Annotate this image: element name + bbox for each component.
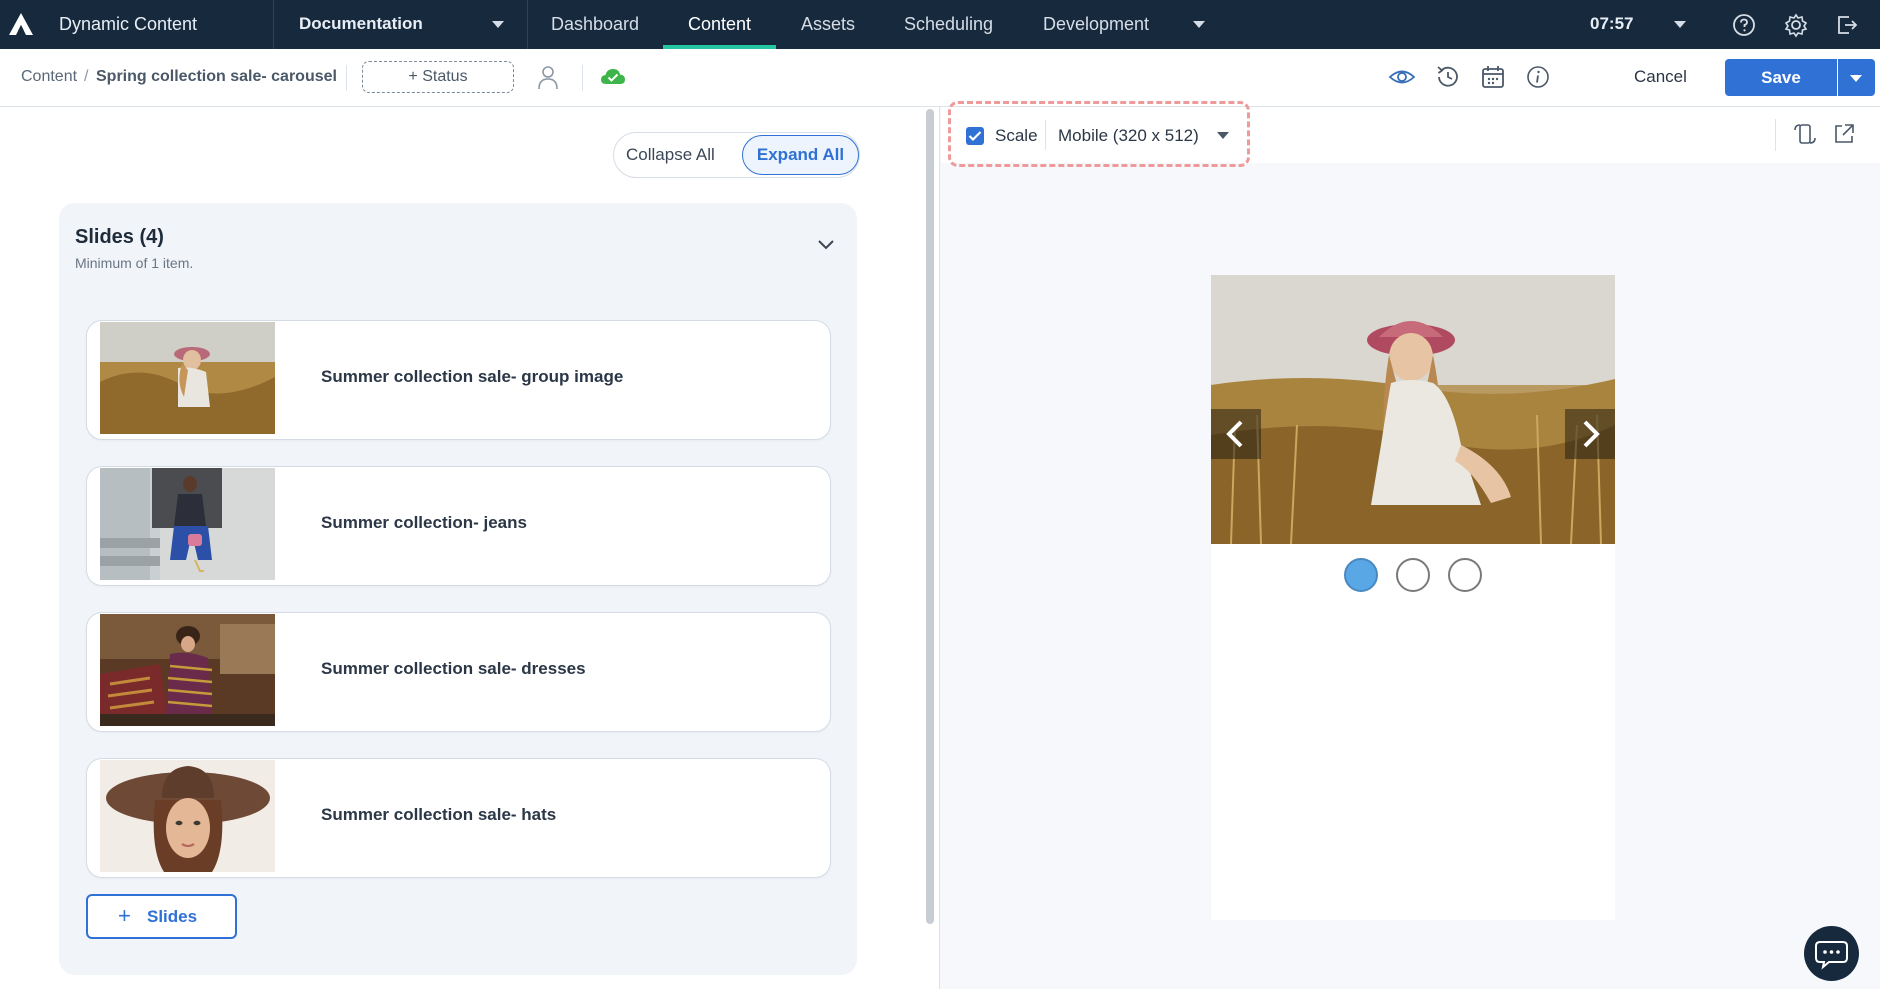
collapse-expand-toggle-group: Collapse All Expand All bbox=[613, 132, 860, 178]
slides-field-card: Slides (4) Minimum of 1 item. Summer col… bbox=[59, 203, 857, 975]
app-name: Dynamic Content bbox=[59, 14, 198, 34]
content-toolbar: Content / Spring collection sale- carous… bbox=[0, 49, 1880, 107]
user-icon[interactable] bbox=[534, 63, 562, 91]
visualization-preview-panel: Scale Mobile (320 x 512) bbox=[941, 101, 1880, 989]
toolbar-divider bbox=[582, 65, 583, 91]
time-chevron-down-icon[interactable] bbox=[1674, 21, 1686, 28]
top-navigation-bar: Dynamic Content Documentation Dashboard … bbox=[0, 0, 1880, 49]
slide-thumbnail-image bbox=[100, 468, 275, 580]
development-chevron-down-icon[interactable] bbox=[1193, 21, 1205, 28]
cancel-button[interactable]: Cancel bbox=[1634, 67, 1687, 87]
breadcrumb-current-item: Spring collection sale- carousel bbox=[96, 68, 337, 85]
slide-list-item[interactable]: Summer collection sale- group image bbox=[86, 320, 831, 440]
nav-assets[interactable]: Assets bbox=[801, 14, 855, 35]
info-icon[interactable] bbox=[1524, 63, 1552, 91]
slide-thumbnail-image bbox=[100, 322, 275, 434]
save-button[interactable]: Save bbox=[1725, 59, 1837, 96]
slide-thumbnail-image bbox=[100, 614, 275, 726]
slides-field-hint: Minimum of 1 item. bbox=[75, 255, 194, 271]
carousel-prev-button[interactable] bbox=[1211, 409, 1261, 459]
nav-divider bbox=[527, 0, 528, 49]
chevron-down-icon bbox=[1850, 75, 1862, 82]
content-editor-panel: Collapse All Expand All Slides (4) Minim… bbox=[0, 107, 923, 989]
add-status-button[interactable]: + Status bbox=[362, 61, 514, 93]
settings-gear-icon[interactable] bbox=[1783, 12, 1809, 38]
cloud-check-icon bbox=[601, 69, 625, 84]
carousel-next-button[interactable] bbox=[1565, 409, 1615, 459]
add-slides-label: Slides bbox=[147, 907, 198, 926]
nav-dashboard[interactable]: Dashboard bbox=[551, 14, 639, 35]
slide-list-item[interactable]: Summer collection sale- dresses bbox=[86, 612, 831, 732]
slide-list-item[interactable]: Summer collection- jeans bbox=[86, 466, 831, 586]
nav-content[interactable]: Content bbox=[688, 14, 751, 35]
hub-chevron-down-icon[interactable] bbox=[492, 21, 504, 28]
toolbar-divider bbox=[1775, 119, 1776, 151]
slide-title: Summer collection sale- dresses bbox=[321, 659, 586, 678]
add-slides-button[interactable]: + Slides bbox=[86, 894, 237, 939]
preview-toolbar: Scale Mobile (320 x 512) bbox=[941, 101, 1880, 167]
breadcrumb-content-link[interactable]: Content bbox=[21, 68, 77, 86]
open-external-icon[interactable] bbox=[1831, 121, 1857, 147]
calendar-icon[interactable] bbox=[1479, 63, 1507, 91]
slide-title: Summer collection sale- hats bbox=[321, 805, 557, 824]
plus-icon: + bbox=[118, 903, 131, 928]
mobile-preview-frame bbox=[1211, 275, 1615, 920]
breadcrumb-separator: / bbox=[84, 68, 89, 85]
collapse-all-button[interactable]: Collapse All bbox=[626, 145, 715, 165]
slide-thumbnail-image bbox=[100, 760, 275, 872]
slide-list-item[interactable]: Summer collection sale- hats bbox=[86, 758, 831, 878]
carousel-slide-image bbox=[1211, 275, 1615, 544]
slides-field-title: Slides (4) bbox=[75, 226, 164, 248]
history-icon[interactable] bbox=[1434, 63, 1462, 91]
clock-time: 07:57 bbox=[1590, 14, 1634, 33]
chat-support-button[interactable] bbox=[1804, 926, 1859, 981]
collapse-chevron-icon[interactable] bbox=[815, 233, 837, 255]
editor-scrollbar[interactable] bbox=[923, 107, 940, 989]
carousel-dot-1[interactable] bbox=[1344, 558, 1378, 592]
carousel-pagination bbox=[1211, 558, 1615, 594]
chevron-left-icon bbox=[1226, 420, 1243, 448]
carousel-dot-2[interactable] bbox=[1396, 558, 1430, 592]
nav-divider bbox=[273, 0, 274, 49]
chat-bubble-icon bbox=[1815, 941, 1848, 970]
logout-icon[interactable] bbox=[1834, 12, 1860, 38]
help-icon[interactable] bbox=[1731, 12, 1757, 38]
save-options-dropdown[interactable] bbox=[1838, 59, 1875, 96]
hub-selector-label[interactable]: Documentation bbox=[299, 14, 423, 34]
preview-eye-icon[interactable] bbox=[1388, 63, 1416, 91]
slide-title: Summer collection- jeans bbox=[321, 513, 527, 532]
expand-all-button[interactable]: Expand All bbox=[742, 135, 859, 175]
carousel-dot-3[interactable] bbox=[1448, 558, 1482, 592]
chevron-right-icon bbox=[1583, 420, 1600, 448]
amplience-logo-icon[interactable] bbox=[8, 12, 34, 36]
nav-scheduling[interactable]: Scheduling bbox=[904, 14, 993, 35]
nav-development[interactable]: Development bbox=[1043, 14, 1149, 35]
rotate-device-icon[interactable] bbox=[1792, 121, 1818, 147]
scrollbar-thumb[interactable] bbox=[926, 109, 934, 924]
toolbar-divider bbox=[346, 65, 347, 91]
slide-title: Summer collection sale- group image bbox=[321, 367, 624, 386]
highlight-annotation-box bbox=[948, 101, 1250, 167]
